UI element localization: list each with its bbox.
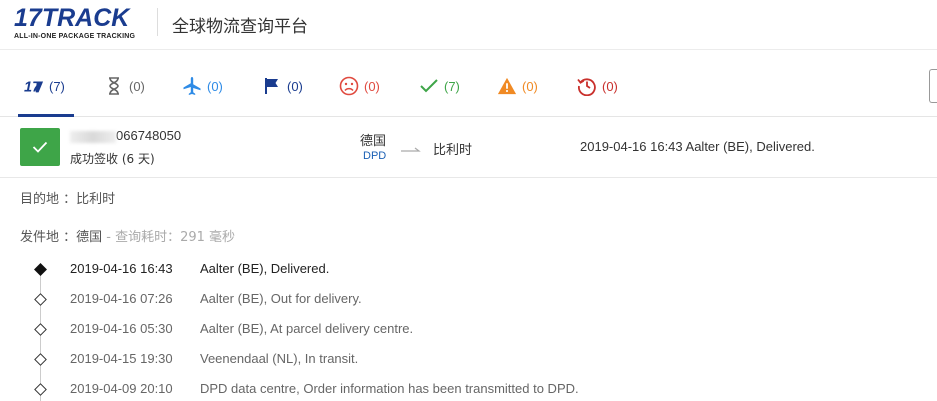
tab-expired[interactable]: (0) xyxy=(577,75,618,97)
destination-line: 目的地 ：比利时 xyxy=(20,192,116,207)
airplane-icon xyxy=(182,76,202,96)
timeline-event: 2019-04-16 16:43 Aalter (BE), Delivered. xyxy=(0,261,937,281)
tracking-number-redacted xyxy=(70,130,116,143)
tab-delivered-count: (7) xyxy=(444,78,460,94)
hourglass-icon xyxy=(104,76,124,96)
delivered-status-badge xyxy=(20,128,60,166)
tab-pickup-count: (0) xyxy=(287,78,303,94)
timeline-dot-icon xyxy=(34,383,47,396)
header-divider xyxy=(157,8,158,36)
17track-logo[interactable]: 17TRACK ALL-IN-ONE PACKAGE TRACKING xyxy=(14,5,146,41)
tab-not-found[interactable]: (0) xyxy=(104,75,145,97)
timeline-dot-icon xyxy=(34,323,47,336)
17track-all-icon: 17 xyxy=(24,76,44,96)
delivery-status-text: 成功签收 (6 天) xyxy=(70,152,155,166)
site-title: 全球物流查询平台 xyxy=(172,17,308,37)
origin-country: 德国 xyxy=(360,134,387,149)
timeline-event: 2019-04-16 07:26 Aalter (BE), Out for de… xyxy=(0,291,937,311)
tab-alert-count: (0) xyxy=(522,78,538,94)
tab-expired-count: (0) xyxy=(602,78,618,94)
tab-in-transit-count: (0) xyxy=(207,78,223,94)
timeline-event: 2019-04-09 20:10 DPD data centre, Order … xyxy=(0,381,937,401)
checkmark-icon xyxy=(32,141,48,153)
sad-face-icon xyxy=(339,76,359,96)
event-time: 2019-04-09 20:10 xyxy=(70,381,173,396)
tab-pickup[interactable]: (0) xyxy=(262,75,303,97)
destination-country: 比利时 xyxy=(433,143,473,158)
active-tab-indicator xyxy=(18,114,74,117)
event-description: Aalter (BE), Out for delivery. xyxy=(200,291,362,306)
logo-word: TRACK xyxy=(41,4,130,32)
tab-all-count: (7) xyxy=(49,78,65,94)
expired-clock-icon xyxy=(577,76,597,96)
timeline-event: 2019-04-15 19:30 Veenendaal (NL), In tra… xyxy=(0,351,937,371)
status-filter-tabs: 17 (7) (0) (0) (0) (0) (7) (0) (0) xyxy=(0,55,937,117)
query-time: - 查询耗时：291 毫秒 xyxy=(102,230,236,245)
event-description: Veenendaal (NL), In transit. xyxy=(200,351,359,366)
event-time: 2019-04-15 19:30 xyxy=(70,351,173,366)
latest-event: 2019-04-16 16:43 Aalter (BE), Delivered. xyxy=(580,139,815,154)
logo-number: 17 xyxy=(14,4,42,32)
event-description: DPD data centre, Order information has b… xyxy=(200,381,579,396)
tab-in-transit[interactable]: (0) xyxy=(182,75,223,97)
tab-not-found-count: (0) xyxy=(129,78,145,94)
timeline-dot-icon xyxy=(34,263,47,276)
tracking-number[interactable]: 066748050 xyxy=(70,128,181,143)
tab-undelivered[interactable]: (0) xyxy=(339,75,380,97)
flag-icon xyxy=(262,76,282,96)
tracking-result-row[interactable]: 066748050 成功签收 (6 天) 德国 DPD 比利时 2019-04-… xyxy=(0,118,937,178)
tab-delivered[interactable]: (7) xyxy=(419,75,460,97)
event-description: Aalter (BE), Delivered. xyxy=(200,261,330,276)
side-panel-toggle[interactable] xyxy=(929,69,937,103)
timeline-dot-icon xyxy=(34,293,47,306)
origin-line: 发件地 ：德国 - 查询耗时：291 毫秒 xyxy=(20,226,235,245)
checkmark-icon xyxy=(419,76,439,96)
tab-alert[interactable]: (0) xyxy=(497,75,538,97)
timeline-dot-icon xyxy=(34,353,47,366)
event-time: 2019-04-16 05:30 xyxy=(70,321,173,336)
event-time: 2019-04-16 16:43 xyxy=(70,261,173,276)
timeline-event: 2019-04-16 05:30 Aalter (BE), At parcel … xyxy=(0,321,937,341)
transit-arrow-icon xyxy=(400,142,422,157)
event-description: Aalter (BE), At parcel delivery centre. xyxy=(200,321,414,336)
tracking-number-visible: 066748050 xyxy=(116,128,182,143)
warning-icon xyxy=(497,76,517,96)
carrier-link[interactable]: DPD xyxy=(363,150,386,162)
origin-label: 发件地 ：德国 xyxy=(20,230,103,245)
logo-tagline: ALL-IN-ONE PACKAGE TRACKING xyxy=(14,33,136,40)
tab-all[interactable]: 17 (7) xyxy=(24,75,65,97)
tab-undelivered-count: (0) xyxy=(364,78,380,94)
event-time: 2019-04-16 07:26 xyxy=(70,291,173,306)
header: 17TRACK ALL-IN-ONE PACKAGE TRACKING 全球物流… xyxy=(0,0,937,50)
